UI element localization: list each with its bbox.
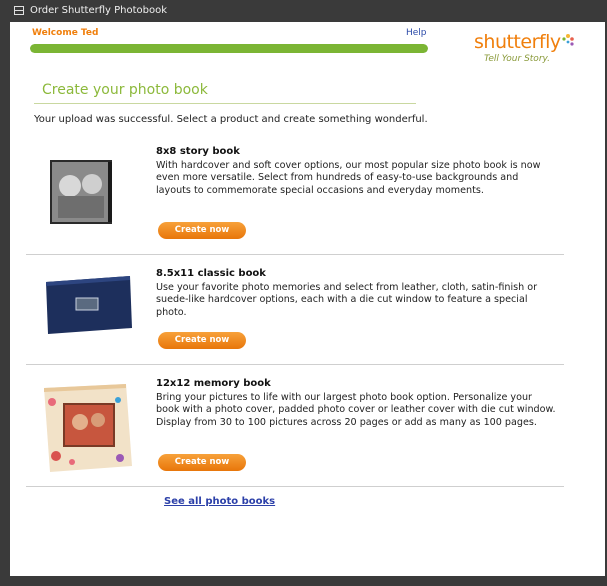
logo-wordmark: shutterfly xyxy=(474,31,561,53)
welcome-text: Welcome Ted xyxy=(32,28,99,38)
see-all-photo-books-link[interactable]: See all photo books xyxy=(164,496,275,507)
help-link[interactable]: Help xyxy=(406,28,427,38)
shutterfly-logo: shutterfly Tell Your Story. xyxy=(472,28,582,68)
logo-tagline: Tell Your Story. xyxy=(484,54,551,64)
classic-book-image xyxy=(46,276,132,334)
window-titlebar: Order Shutterfly Photobook xyxy=(0,0,607,22)
logo-dots-icon xyxy=(562,34,574,46)
memory-book-image xyxy=(44,384,132,472)
window-app-icon xyxy=(14,6,24,15)
progress-bar xyxy=(30,44,428,53)
product-description: Use your favorite photo memories and sel… xyxy=(156,282,538,318)
page-title: Create your photo book xyxy=(42,82,208,98)
create-now-button[interactable]: Create now xyxy=(158,454,246,471)
product-name: 12x12 memory book xyxy=(156,378,271,389)
product-description: Bring your pictures to life with our lar… xyxy=(156,392,556,428)
product-divider xyxy=(26,254,564,255)
product-name: 8.5x11 classic book xyxy=(156,268,266,279)
product-divider xyxy=(26,486,564,487)
product-description: With hardcover and soft cover options, o… xyxy=(156,160,541,196)
intro-text: Your upload was successful. Select a pro… xyxy=(34,114,428,125)
create-now-button[interactable]: Create now xyxy=(158,222,246,239)
progress-bar-fill xyxy=(30,44,428,53)
title-divider xyxy=(34,103,416,104)
product-name: 8x8 story book xyxy=(156,146,240,157)
create-now-button[interactable]: Create now xyxy=(158,332,246,349)
story-book-image xyxy=(50,160,112,224)
window-title: Order Shutterfly Photobook xyxy=(30,5,168,16)
product-divider xyxy=(26,364,564,365)
